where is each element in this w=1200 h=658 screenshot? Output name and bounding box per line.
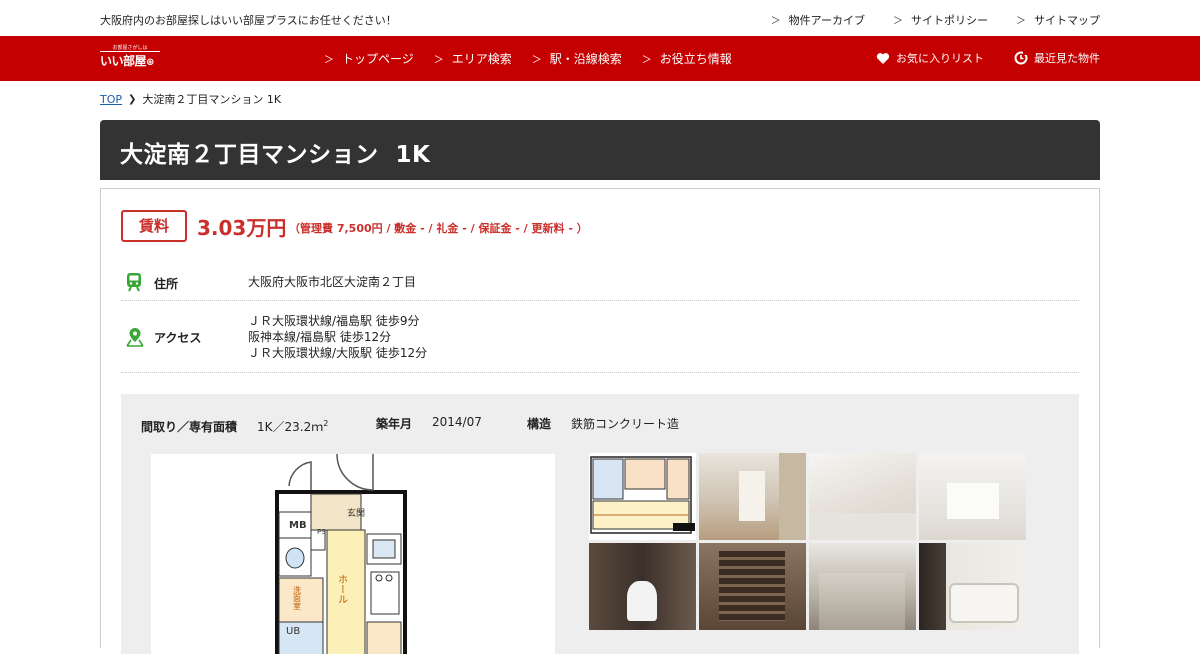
caret-icon: ＞ (324, 55, 334, 66)
nav-right-actions: お気に入りリスト 最近見た物件 (876, 50, 1100, 66)
structure-value: 鉄筋コンクリート造 (571, 417, 680, 431)
map-pin-icon (126, 328, 144, 347)
site-logo[interactable]: お部屋さがしは いい部屋⊕ (100, 45, 160, 73)
layout-value-text: 1K／23.2ｍ (257, 420, 324, 434)
nav-label: お役立ち情報 (659, 52, 732, 66)
favorites-label: お気に入りリスト (896, 52, 984, 65)
thumb-toilet-bowl (627, 581, 657, 621)
link-sitemap[interactable]: ＞ サイトマップ (1016, 12, 1100, 28)
area-unit-sup: 2 (323, 419, 329, 428)
nav-label: エリア検索 (451, 52, 512, 66)
fp-label-entrance: 玄関 (347, 507, 365, 519)
property-title-bar: 大淀南２丁目マンション 1K (100, 120, 1100, 180)
recent-label: 最近見た物件 (1034, 52, 1100, 65)
caret-icon: ＞ (1016, 16, 1026, 27)
link-site-policy[interactable]: ＞ サイトポリシー (893, 12, 988, 28)
main-navbar: お部屋さがしは いい部屋⊕ ＞ トップページ ＞ エリア検索 ＞ 駅・沿線検索 ＞ お役… (0, 36, 1200, 81)
photo-gallery (589, 453, 1026, 630)
thumb-floor (819, 573, 905, 630)
thumb-mailboxes (719, 551, 785, 621)
global-nav: ＞ トップページ ＞ エリア検索 ＞ 駅・沿線検索 ＞ お役立ち情報 (324, 50, 732, 67)
thumb-toilet[interactable] (589, 543, 696, 630)
nav-useful-info[interactable]: ＞ お役立ち情報 (642, 50, 732, 67)
rent-fees: （管理費 7,500円 / 敷金 - / 礼金 - / 保証金 - / 更新料 … (289, 222, 588, 235)
thumb-hallway[interactable] (699, 453, 806, 540)
logo-text: いい部屋 (100, 54, 147, 68)
fp-label-ub: UB (286, 626, 300, 637)
fp-label-ps: PS (317, 528, 326, 536)
link-label: サイトマップ (1034, 14, 1100, 27)
access-row: アクセス ＪＲ大阪環状線/福島駅 徒歩9分 阪神本線/福島駅 徒歩12分 ＪＲ大… (121, 301, 1079, 373)
spec-panel: 間取り／専有面積 1K／23.2ｍ2 築年月 2014/07 構造 鉄筋コンクリ… (121, 394, 1079, 658)
caret-icon: ＞ (433, 55, 444, 66)
caret-icon: ＞ (770, 16, 781, 27)
nav-label: トップページ (342, 52, 414, 66)
rent-price: 3.03万円 (197, 216, 287, 240)
access-list: ＪＲ大阪環状線/福島駅 徒歩9分 阪神本線/福島駅 徒歩12分 ＪＲ大阪環状線/… (248, 313, 427, 361)
fp-label-mb: MB (289, 520, 307, 531)
built-date-value: 2014/07 (432, 415, 482, 429)
fp-label-wash: 洗面室 (293, 585, 302, 610)
floor-plan-drawing: MB PS 玄関 ホール 洗面室 UB (275, 453, 407, 658)
property-detail-box: 賃料 3.03万円 （管理費 7,500円 / 敷金 - / 礼金 - / 保証… (100, 188, 1100, 658)
thumb-floorplan[interactable] (589, 453, 696, 540)
breadcrumb-current: 大淀南２丁目マンション 1K (142, 93, 282, 106)
fp-label-hall: ホール (336, 574, 348, 604)
floor-plan-image[interactable]: MB PS 玄関 ホール 洗面室 UB (151, 453, 555, 658)
thumb-floorplan-drawing (590, 456, 695, 534)
address-value: 大阪府大阪市北区大淀南２丁目 (248, 275, 417, 289)
thumb-window (947, 483, 999, 519)
logo-wordmark: いい部屋⊕ (100, 52, 160, 72)
logo-plus-icon: ⊕ (146, 57, 154, 68)
address-row: 住所 大阪府大阪市北区大淀南２丁目 (121, 261, 1079, 301)
breadcrumb-top-link[interactable]: TOP (100, 93, 122, 106)
thumb-bathtub (949, 583, 1019, 623)
top-links: ＞ 物件アーカイブ ＞ サイトポリシー ＞ サイトマップ (771, 12, 1100, 28)
thumb-lobby[interactable] (809, 543, 916, 630)
history-icon (1014, 51, 1028, 65)
thumb-bathroom[interactable] (919, 543, 1026, 630)
link-property-archive[interactable]: ＞ 物件アーカイブ (771, 12, 865, 28)
access-line: ＪＲ大阪環状線/大阪駅 徒歩12分 (248, 346, 428, 360)
thumb-room-1[interactable] (809, 453, 916, 540)
thumb-entrance[interactable] (699, 543, 806, 630)
layout-area-label: 間取り／専有面積 (141, 420, 238, 434)
property-title: 大淀南２丁目マンション 1K (120, 142, 431, 168)
address-label: 住所 (154, 277, 179, 291)
link-label: サイトポリシー (911, 14, 988, 27)
nav-station-search[interactable]: ＞ 駅・沿線検索 (532, 50, 622, 67)
access-label: アクセス (154, 331, 202, 345)
thumb-room-2[interactable] (919, 453, 1026, 540)
train-icon (127, 273, 141, 292)
nav-area-search[interactable]: ＞ エリア検索 (434, 50, 512, 67)
chevron-right-icon: ❯ (128, 93, 137, 105)
structure-label: 構造 (527, 417, 552, 431)
rent-label: 賃料 (121, 210, 187, 242)
layout-area-value: 1K／23.2ｍ2 (257, 418, 328, 435)
logo-tagline: お部屋さがしは (100, 45, 160, 52)
heart-icon (876, 52, 890, 64)
caret-icon: ＞ (893, 16, 903, 27)
nav-label: 駅・沿線検索 (549, 52, 622, 66)
site-tagline: 大阪府内のお部屋探しはいい部屋プラスにお任せください！ (100, 14, 397, 27)
built-date-label: 築年月 (376, 417, 413, 431)
caret-icon: ＞ (641, 55, 652, 66)
caret-icon: ＞ (531, 55, 542, 66)
breadcrumb: TOP ❯ 大淀南２丁目マンション 1K (100, 91, 281, 107)
access-line: 阪神本線/福島駅 徒歩12分 (248, 330, 392, 344)
nav-top-page[interactable]: ＞ トップページ (324, 50, 414, 67)
top-strip: 大阪府内のお部屋探しはいい部屋プラスにお任せください！ ＞ 物件アーカイブ ＞ サイ… (0, 0, 1200, 36)
thumb-door (739, 471, 765, 521)
recently-viewed-link[interactable]: 最近見た物件 (1014, 50, 1100, 66)
favorites-link[interactable]: お気に入りリスト (876, 50, 984, 66)
access-line: ＪＲ大阪環状線/福島駅 徒歩9分 (248, 314, 420, 328)
thumb-wall (779, 453, 806, 540)
thumb-floor (809, 513, 916, 540)
link-label: 物件アーカイブ (788, 14, 865, 27)
